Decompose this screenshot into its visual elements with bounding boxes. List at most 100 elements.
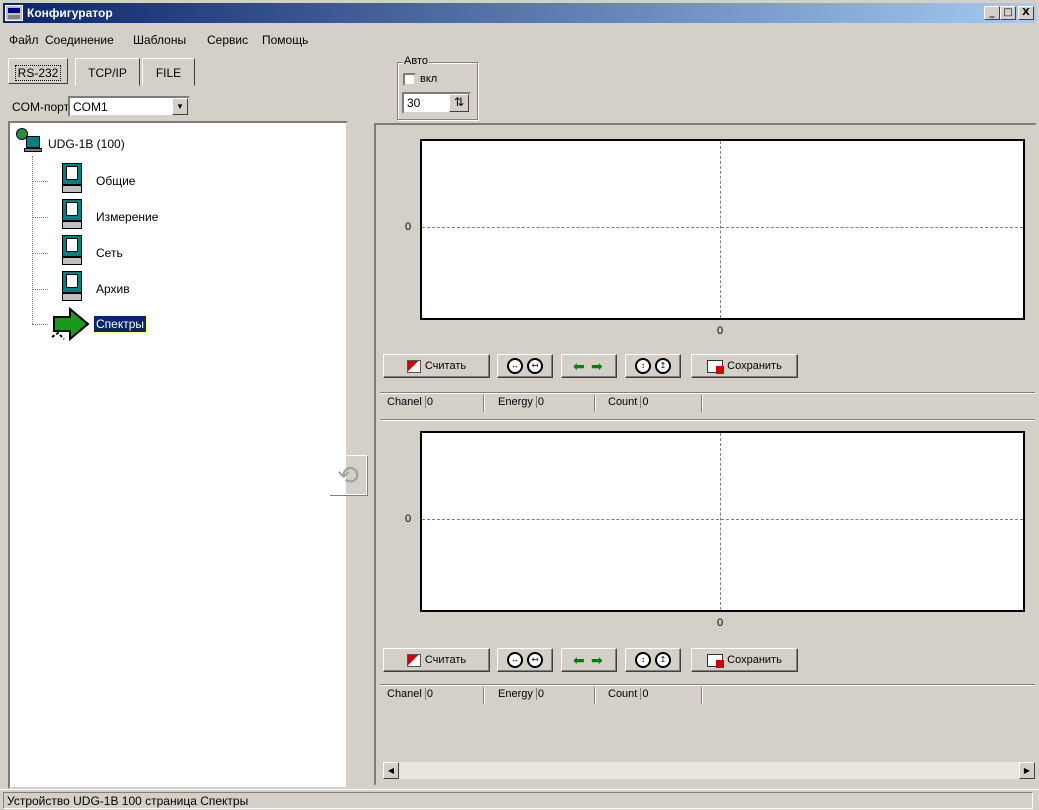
save-button[interactable]: Сохранить <box>691 354 798 378</box>
separator <box>701 395 702 412</box>
chart-status-strip-2: Chanel 0 Energy 0 Count 0 <box>380 684 1035 704</box>
arrow-left-icon[interactable]: ⬅ <box>573 359 587 373</box>
save-button[interactable]: Сохранить <box>691 648 798 672</box>
chart-status-strip-1: Chanel 0 Energy 0 Count 0 <box>380 392 1035 412</box>
auto-interval-spinner[interactable]: 30 ⇅ <box>402 92 471 114</box>
save-button-label: Сохранить <box>727 654 782 666</box>
status-text: Устройство UDG-1B 100 страница Спектры <box>3 792 1033 809</box>
read-icon <box>406 653 421 667</box>
tab-file-label: FILE <box>155 66 182 80</box>
energy-field: Energy 0 <box>498 688 544 700</box>
y-tick-label: 0 <box>405 221 412 233</box>
auto-group-title: Авто <box>403 55 429 67</box>
horizontal-scrollbar[interactable]: ◀ ▶ <box>383 762 1035 779</box>
app-icon[interactable] <box>5 5 23 21</box>
menu-templates[interactable]: Шаблоны <box>133 33 186 47</box>
separator <box>483 395 484 412</box>
transfer-disabled-icon[interactable]: ⟲ <box>329 455 367 495</box>
zoom-in-x-icon[interactable]: ↔ <box>507 652 523 668</box>
tree-item-archive[interactable]: Архив <box>94 281 132 297</box>
minimize-button[interactable]: _ <box>984 6 1000 20</box>
tree-connector <box>32 253 48 254</box>
zoom-out-x-icon[interactable]: ↤ <box>527 358 543 374</box>
zoom-y-group: ↕ ↥ <box>625 354 681 378</box>
close-button[interactable]: X <box>1018 6 1034 20</box>
zoom-out-y-icon[interactable]: ↥ <box>655 652 671 668</box>
device-tree[interactable]: UDG-1B (100) Общие Измерение Сеть Архив … <box>8 121 348 789</box>
save-icon <box>707 653 725 668</box>
zoom-in-y-icon[interactable]: ↕ <box>635 358 651 374</box>
menu-service[interactable]: Сервис <box>207 33 248 47</box>
tab-rs232-label: RS-232 <box>14 65 62 81</box>
tree-item-spectra[interactable]: Спектры <box>92 315 148 333</box>
tab-rs232[interactable]: RS-232 <box>8 58 68 84</box>
count-value: 0 <box>640 688 649 700</box>
com-port-value: COM1 <box>73 100 108 114</box>
tree-root-label[interactable]: UDG-1B (100) <box>46 136 127 152</box>
auto-enable-checkbox[interactable] <box>403 73 416 86</box>
separator <box>594 395 595 412</box>
chanel-label: Chanel <box>387 396 422 408</box>
chevron-down-icon[interactable]: ▼ <box>172 98 188 115</box>
menu-connection[interactable]: Соединение <box>45 33 114 47</box>
pan-group: ⬅ ➡ <box>561 648 617 672</box>
arrow-left-icon[interactable]: ⬅ <box>573 653 587 667</box>
arrow-right-icon[interactable]: ➡ <box>591 653 605 667</box>
grid-line-horizontal <box>422 227 1023 228</box>
pan-group: ⬅ ➡ <box>561 354 617 378</box>
read-button[interactable]: Считать <box>383 648 490 672</box>
zoom-x-group: ↔ ↤ <box>497 354 553 378</box>
tree-item-network[interactable]: Сеть <box>94 245 125 261</box>
tree-item-general[interactable]: Общие <box>94 173 137 189</box>
arrow-right-icon[interactable]: ➡ <box>591 359 605 373</box>
auto-interval-value: 30 <box>407 96 421 110</box>
tab-file[interactable]: FILE <box>142 58 195 86</box>
chanel-label: Chanel <box>387 688 422 700</box>
window-title: Конфигуратор <box>27 6 113 20</box>
menu-help[interactable]: Помощь <box>262 33 308 47</box>
tree-item-measurement[interactable]: Измерение <box>94 209 160 225</box>
read-button-label: Считать <box>424 360 467 372</box>
title-bar-gradient <box>3 3 1036 23</box>
energy-value: 0 <box>535 688 545 700</box>
tree-connector <box>32 181 48 182</box>
zoom-out-x-icon[interactable]: ↤ <box>527 652 543 668</box>
network-computer-icon <box>16 128 44 154</box>
zoom-out-y-icon[interactable]: ↥ <box>655 358 671 374</box>
com-port-select[interactable]: COM1 ▼ <box>68 96 190 117</box>
scroll-left-icon[interactable]: ◀ <box>383 762 399 779</box>
scroll-right-icon[interactable]: ▶ <box>1019 762 1035 779</box>
separator <box>483 687 484 704</box>
tab-tcpip-label: TCP/IP <box>88 66 127 80</box>
chanel-value: 0 <box>424 688 434 700</box>
chanel-value: 0 <box>424 396 434 408</box>
save-button-label: Сохранить <box>727 360 782 372</box>
count-field: Count 0 <box>608 688 649 700</box>
save-icon <box>707 359 725 374</box>
tree-connector <box>32 324 48 325</box>
menu-file[interactable]: Файл <box>9 33 39 47</box>
separator <box>701 687 702 704</box>
spectrum-plot-1[interactable] <box>420 139 1025 320</box>
spin-updown-icon[interactable]: ⇅ <box>449 94 469 112</box>
x-tick-label: 0 <box>717 325 724 337</box>
maximize-button[interactable]: □ <box>1000 6 1016 20</box>
y-tick-label: 0 <box>405 513 412 525</box>
arrow-right-icon <box>51 307 90 341</box>
chanel-field: Chanel 0 <box>387 688 433 700</box>
zoom-y-group: ↕ ↥ <box>625 648 681 672</box>
page-icon <box>62 199 82 231</box>
energy-field: Energy 0 <box>498 396 544 408</box>
separator <box>594 687 595 704</box>
energy-label: Energy <box>498 688 533 700</box>
tab-tcpip[interactable]: TCP/IP <box>75 58 140 86</box>
chart-divider[interactable] <box>380 419 1035 421</box>
spectrum-plot-2[interactable] <box>420 431 1025 612</box>
zoom-in-x-icon[interactable]: ↔ <box>507 358 523 374</box>
read-button[interactable]: Считать <box>383 354 490 378</box>
grid-line-horizontal <box>422 519 1023 520</box>
x-tick-label: 0 <box>717 617 724 629</box>
page-icon <box>62 271 82 303</box>
tree-connector <box>32 289 48 290</box>
zoom-in-y-icon[interactable]: ↕ <box>635 652 651 668</box>
